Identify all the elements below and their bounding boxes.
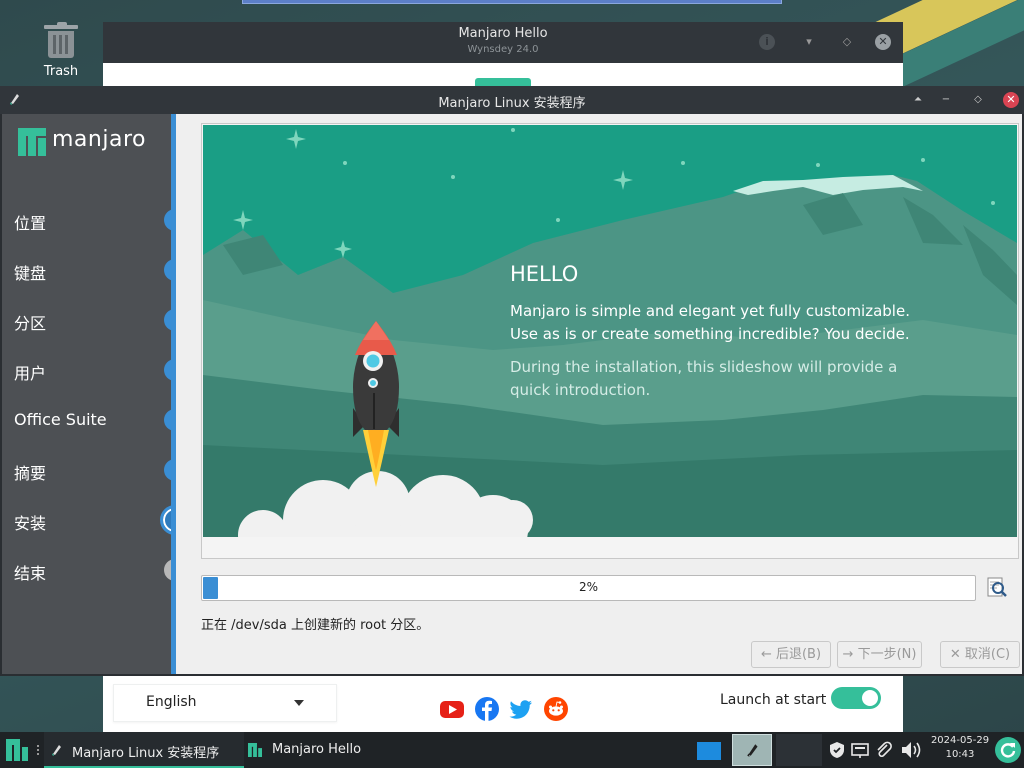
update-notifier[interactable] bbox=[995, 737, 1021, 763]
launch-at-start-label: Launch at start bbox=[720, 692, 827, 708]
installer-content: HELLO Manjaro is simple and elegant yet … bbox=[176, 114, 1022, 674]
clock[interactable]: 2024-05-29 10:43 bbox=[930, 735, 990, 760]
clock-time: 10:43 bbox=[945, 749, 975, 760]
cancel-button[interactable]: ✕ 取消(C) bbox=[940, 641, 1020, 668]
step-label: Office Suite bbox=[14, 410, 107, 429]
minimize-icon[interactable]: ▾ bbox=[801, 34, 817, 50]
step-label: 分区 bbox=[14, 314, 47, 333]
maximize-icon[interactable]: ◇ bbox=[839, 34, 855, 50]
slideshow-frame: HELLO Manjaro is simple and elegant yet … bbox=[201, 123, 1019, 559]
virtual-desktop-2[interactable] bbox=[776, 734, 822, 766]
panel-separator bbox=[36, 743, 40, 757]
step-label: 位置 bbox=[14, 214, 47, 233]
sidebar-step-summary: 摘要 bbox=[2, 454, 186, 486]
manjaro-logo-icon bbox=[18, 128, 46, 156]
chevron-down-icon bbox=[294, 700, 304, 706]
application-menu-icon[interactable] bbox=[6, 739, 28, 761]
step-label: 用户 bbox=[14, 364, 47, 383]
manjaro-hello-icon bbox=[248, 743, 262, 757]
progress-text: 2% bbox=[578, 580, 599, 594]
sidebar-step-users: 用户 bbox=[2, 354, 186, 386]
clipboard-icon[interactable] bbox=[874, 740, 894, 760]
sidebar-step-office-suite: Office Suite bbox=[2, 404, 186, 436]
reddit-icon[interactable] bbox=[543, 696, 569, 722]
trash-desktop-icon[interactable]: Trash bbox=[30, 22, 92, 79]
shield-icon[interactable] bbox=[827, 740, 847, 760]
installer-window-title: Manjaro Linux 安装程序 bbox=[438, 96, 586, 111]
step-label: 结束 bbox=[14, 564, 47, 583]
slide-paragraph: During the installation, this slideshow … bbox=[510, 358, 898, 399]
task-installer[interactable]: Manjaro Linux 安装程序 bbox=[44, 732, 244, 768]
install-progress-bar: 2% bbox=[201, 575, 976, 601]
manjaro-logo-text: manjaro bbox=[52, 127, 146, 152]
sidebar-step-keyboard: 键盘 bbox=[2, 254, 186, 286]
virtual-desktop-1[interactable] bbox=[732, 734, 772, 766]
launch-at-start-toggle[interactable] bbox=[831, 687, 881, 709]
step-label: 键盘 bbox=[14, 264, 47, 283]
sidebar-step-partition: 分区 bbox=[2, 304, 186, 336]
hello-window-title: Manjaro Hello bbox=[458, 26, 548, 41]
back-button[interactable]: ← 后退(B) bbox=[751, 641, 831, 668]
hello-tab-indicator bbox=[475, 78, 531, 86]
slide-paragraph: Manjaro is simple and elegant yet fully … bbox=[510, 302, 910, 343]
installer-sidebar: manjaro 位置 键盘 分区 用户 Office Suite 摘要 安装 结… bbox=[2, 114, 190, 674]
twitter-icon[interactable] bbox=[508, 696, 534, 722]
language-select[interactable]: English bbox=[113, 684, 337, 722]
background-window-edge bbox=[242, 0, 782, 4]
slide-text: HELLO Manjaro is simple and elegant yet … bbox=[510, 262, 930, 402]
keep-above-icon[interactable]: ⏶ bbox=[910, 92, 926, 108]
show-desktop-icon[interactable] bbox=[696, 740, 722, 762]
close-icon[interactable]: ✕ bbox=[1003, 92, 1019, 108]
minimize-icon[interactable]: − bbox=[938, 92, 954, 108]
sidebar-step-install: 安装 bbox=[2, 504, 190, 536]
maximize-icon[interactable]: ◇ bbox=[970, 92, 986, 108]
sidebar-step-location: 位置 bbox=[2, 204, 186, 236]
task-manjaro-hello[interactable]: Manjaro Hello bbox=[244, 732, 424, 768]
show-log-icon[interactable] bbox=[987, 576, 1007, 598]
task-label: Manjaro Linux 安装程序 bbox=[72, 746, 220, 761]
task-label: Manjaro Hello bbox=[272, 742, 362, 757]
taskbar: Manjaro Linux 安装程序 Manjaro Hello 2024-05… bbox=[0, 732, 1024, 768]
install-status-text: 正在 /dev/sda 上创建新的 root 分区。 bbox=[201, 618, 430, 633]
step-label: 摘要 bbox=[14, 464, 47, 483]
step-label: 安装 bbox=[14, 514, 47, 533]
language-selected-value: English bbox=[146, 694, 197, 710]
hello-window-subtitle: Wynsdey 24.0 bbox=[467, 44, 539, 55]
sidebar-step-finish: 结束 bbox=[2, 554, 186, 586]
volume-icon[interactable] bbox=[900, 740, 926, 760]
hello-titlebar[interactable]: Manjaro Hello Wynsdey 24.0 i ▾ ◇ ✕ bbox=[103, 22, 903, 63]
refresh-icon bbox=[1000, 743, 1016, 758]
close-icon[interactable]: ✕ bbox=[875, 34, 891, 50]
slide-heading: HELLO bbox=[510, 262, 579, 286]
trash-icon bbox=[44, 22, 78, 58]
installer-titlebar[interactable]: Manjaro Linux 安装程序 ⏶ − ◇ ✕ bbox=[0, 86, 1024, 114]
next-button[interactable]: → 下一步(N) bbox=[837, 641, 922, 668]
facebook-icon[interactable] bbox=[474, 696, 500, 722]
toggle-knob bbox=[862, 690, 878, 706]
installer-window: Manjaro Linux 安装程序 ⏶ − ◇ ✕ manjaro 位置 键盘… bbox=[0, 86, 1024, 676]
clock-date: 2024-05-29 bbox=[930, 735, 990, 746]
trash-label: Trash bbox=[43, 64, 79, 79]
hello-bottom-bar: English Launch at start bbox=[103, 674, 903, 732]
info-icon[interactable]: i bbox=[759, 34, 775, 50]
installer-app-icon bbox=[52, 745, 61, 756]
slideshow: HELLO Manjaro is simple and elegant yet … bbox=[203, 125, 1017, 537]
youtube-icon[interactable] bbox=[439, 696, 465, 722]
installer-app-icon bbox=[747, 744, 758, 757]
network-icon[interactable] bbox=[850, 740, 870, 760]
